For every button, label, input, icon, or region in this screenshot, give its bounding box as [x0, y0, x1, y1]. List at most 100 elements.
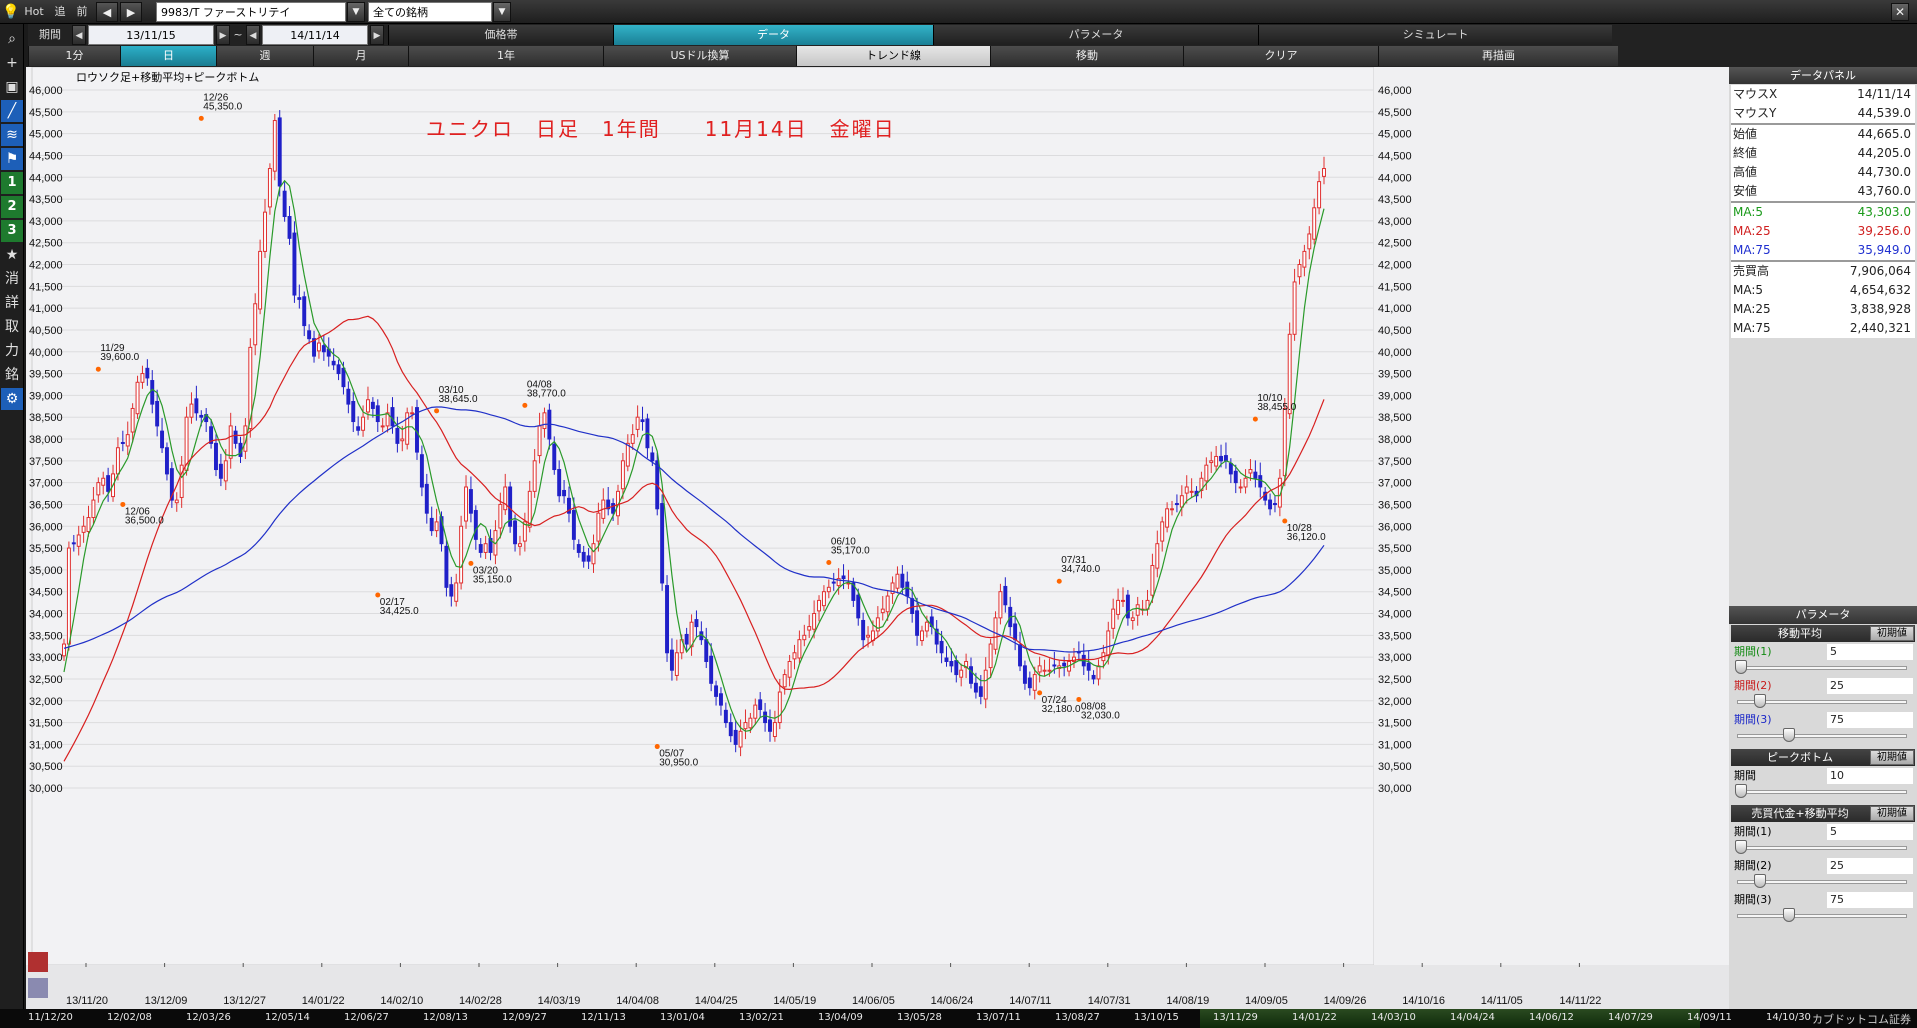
candle-body	[552, 443, 557, 471]
parameter-slider-thumb[interactable]	[1754, 874, 1767, 888]
lightbulb-icon[interactable]: 💡	[2, 2, 19, 22]
parameter-slider-track[interactable]	[1737, 666, 1907, 670]
parameter-slider-thumb[interactable]	[1735, 840, 1747, 854]
chart-area[interactable]: 30,000 30,000 30,500 30,500 31,000 31,000 31,5…	[26, 67, 1729, 1009]
y-tick-left: 40,000	[29, 347, 63, 359]
candle-body	[949, 660, 954, 667]
end-next-icon[interactable]: ▶	[370, 25, 384, 45]
end-date-field[interactable]: 14/11/14	[262, 25, 368, 45]
candlestick-chart[interactable]: 30,000 30,000 30,500 30,500 31,000 31,000 31,5…	[26, 67, 1729, 1009]
parameter-label[interactable]: 期間(2)	[1734, 678, 1772, 694]
toolbar-button-4[interactable]: 1年	[408, 46, 603, 66]
universe-dropdown-icon[interactable]: ▼	[493, 2, 511, 22]
fetch-button[interactable]: 取	[1, 316, 23, 338]
toolbar-button-5[interactable]: USドル換算	[603, 46, 796, 66]
forward-arrow-icon[interactable]: ▶	[120, 2, 142, 22]
parameter-value-field[interactable]: 75	[1827, 712, 1913, 728]
toolbar-button-3[interactable]: 月	[313, 46, 408, 66]
candle-body	[307, 330, 312, 340]
history-date: 14/01/22	[1292, 1012, 1337, 1023]
parameter-value-field[interactable]: 5	[1827, 824, 1913, 840]
toolbar-button-9[interactable]: 再描画	[1378, 46, 1618, 66]
y-tick-right: 45,500	[1378, 107, 1412, 119]
parameter-slider-track[interactable]	[1737, 914, 1907, 918]
parameter-value-field[interactable]: 25	[1827, 678, 1913, 694]
toolbar-button-8[interactable]: クリア	[1183, 46, 1378, 66]
detail-button[interactable]: 詳	[1, 292, 23, 314]
toolbar-button-0[interactable]: 1分	[28, 46, 120, 66]
parameter-value-field[interactable]: 75	[1827, 892, 1913, 908]
multi-line-chart-icon[interactable]: ≋	[1, 124, 23, 146]
follow-button[interactable]: 追	[50, 2, 70, 22]
toolbar-button-1[interactable]: 日	[120, 46, 216, 66]
start-next-icon[interactable]: ▶	[216, 25, 230, 45]
tab-3[interactable]: シミュレート	[1258, 25, 1612, 45]
toolbar-button-7[interactable]: 移動	[990, 46, 1183, 66]
parameter-value-field[interactable]: 25	[1827, 858, 1913, 874]
y-tick-right: 43,000	[1378, 216, 1412, 228]
candle-body	[86, 517, 91, 532]
tab-0[interactable]: 価格帯	[388, 25, 613, 45]
flag-icon[interactable]: ⚑	[1, 148, 23, 170]
input-button[interactable]: 力	[1, 340, 23, 362]
parameter-value-field[interactable]: 10	[1827, 768, 1913, 784]
candle-body	[973, 682, 978, 693]
start-date-field[interactable]: 13/11/15	[88, 25, 214, 45]
plus-icon[interactable]: +	[1, 52, 23, 74]
toolbar-button-6[interactable]: トレンド線	[796, 46, 990, 66]
toolbar-button-2[interactable]: 週	[216, 46, 313, 66]
data-panel-row: MA:75 35,949.0	[1731, 241, 1915, 260]
y-tick-left: 37,000	[29, 478, 63, 490]
preset-3-button[interactable]: 3	[1, 220, 23, 242]
x-tick-label: 14/11/22	[1559, 995, 1601, 1007]
start-prev-icon[interactable]: ◀	[72, 25, 86, 45]
x-tick-label: 13/11/20	[66, 995, 108, 1007]
favorite-icon[interactable]: ★	[1, 244, 23, 266]
reset-button[interactable]: 初期値	[1870, 750, 1914, 765]
camera-icon[interactable]: ▣	[1, 76, 23, 98]
universe-field[interactable]: 全ての銘柄	[368, 2, 492, 22]
history-navigator[interactable]: 11/12/20 12/02/08 12/03/26 12/05/14 12/06/27…	[0, 1009, 1917, 1028]
parameter-label[interactable]: 期間(1)	[1734, 644, 1772, 660]
search-icon[interactable]: ⌕	[1, 28, 23, 50]
parameter-slider-thumb[interactable]	[1783, 908, 1795, 922]
erase-button[interactable]: 消	[1, 268, 23, 290]
tab-2[interactable]: パラメータ	[933, 25, 1258, 45]
settings-icon[interactable]: ⚙	[1, 388, 23, 410]
reset-button[interactable]: 初期値	[1870, 806, 1914, 821]
reset-button[interactable]: 初期値	[1870, 626, 1914, 641]
parameter-slider-thumb[interactable]	[1735, 660, 1747, 674]
back-arrow-icon[interactable]: ◀	[96, 2, 118, 22]
data-panel-value: 7,906,064	[1849, 264, 1911, 278]
y-tick-left: 36,000	[29, 521, 63, 533]
parameter-slider-thumb[interactable]	[1783, 728, 1795, 742]
preset-2-button[interactable]: 2	[1, 196, 23, 218]
indicator-toggle-icon[interactable]	[28, 978, 48, 998]
prev-button[interactable]: 前	[72, 2, 92, 22]
stock-button[interactable]: 銘	[1, 364, 23, 386]
candle-body	[321, 345, 326, 353]
parameter-value-field[interactable]: 5	[1827, 644, 1913, 660]
y-tick-left: 35,500	[29, 543, 63, 555]
x-tick-label: 14/07/31	[1088, 995, 1131, 1007]
preset-1-button[interactable]: 1	[1, 172, 23, 194]
parameter-slider-track[interactable]	[1737, 790, 1907, 794]
volume-toggle-icon[interactable]	[28, 952, 48, 972]
close-icon[interactable]: ✕	[1891, 3, 1909, 21]
annotation-value: 36,500.0	[125, 515, 164, 526]
parameter-label[interactable]: 期間(3)	[1734, 712, 1772, 728]
symbol-dropdown-icon[interactable]: ▼	[347, 2, 365, 22]
parameter-slider-thumb[interactable]	[1735, 784, 1747, 798]
tab-1[interactable]: データ	[613, 25, 933, 45]
parameter-slider-track[interactable]	[1737, 846, 1907, 850]
parameter-slider-track[interactable]	[1737, 734, 1907, 738]
parameter-slider-thumb[interactable]	[1754, 694, 1767, 708]
data-panel-row: MA:75 2,440,321	[1731, 319, 1915, 338]
hot-button[interactable]: Hot	[20, 2, 48, 22]
candle-body	[709, 655, 714, 684]
symbol-field[interactable]: 9983/T ファーストリテイ	[156, 2, 346, 22]
data-panel-value: 44,539.0	[1857, 106, 1911, 120]
annotation-value: 45,350.0	[203, 101, 242, 112]
line-chart-icon[interactable]: ╱	[1, 100, 23, 122]
end-prev-icon[interactable]: ◀	[246, 25, 260, 45]
